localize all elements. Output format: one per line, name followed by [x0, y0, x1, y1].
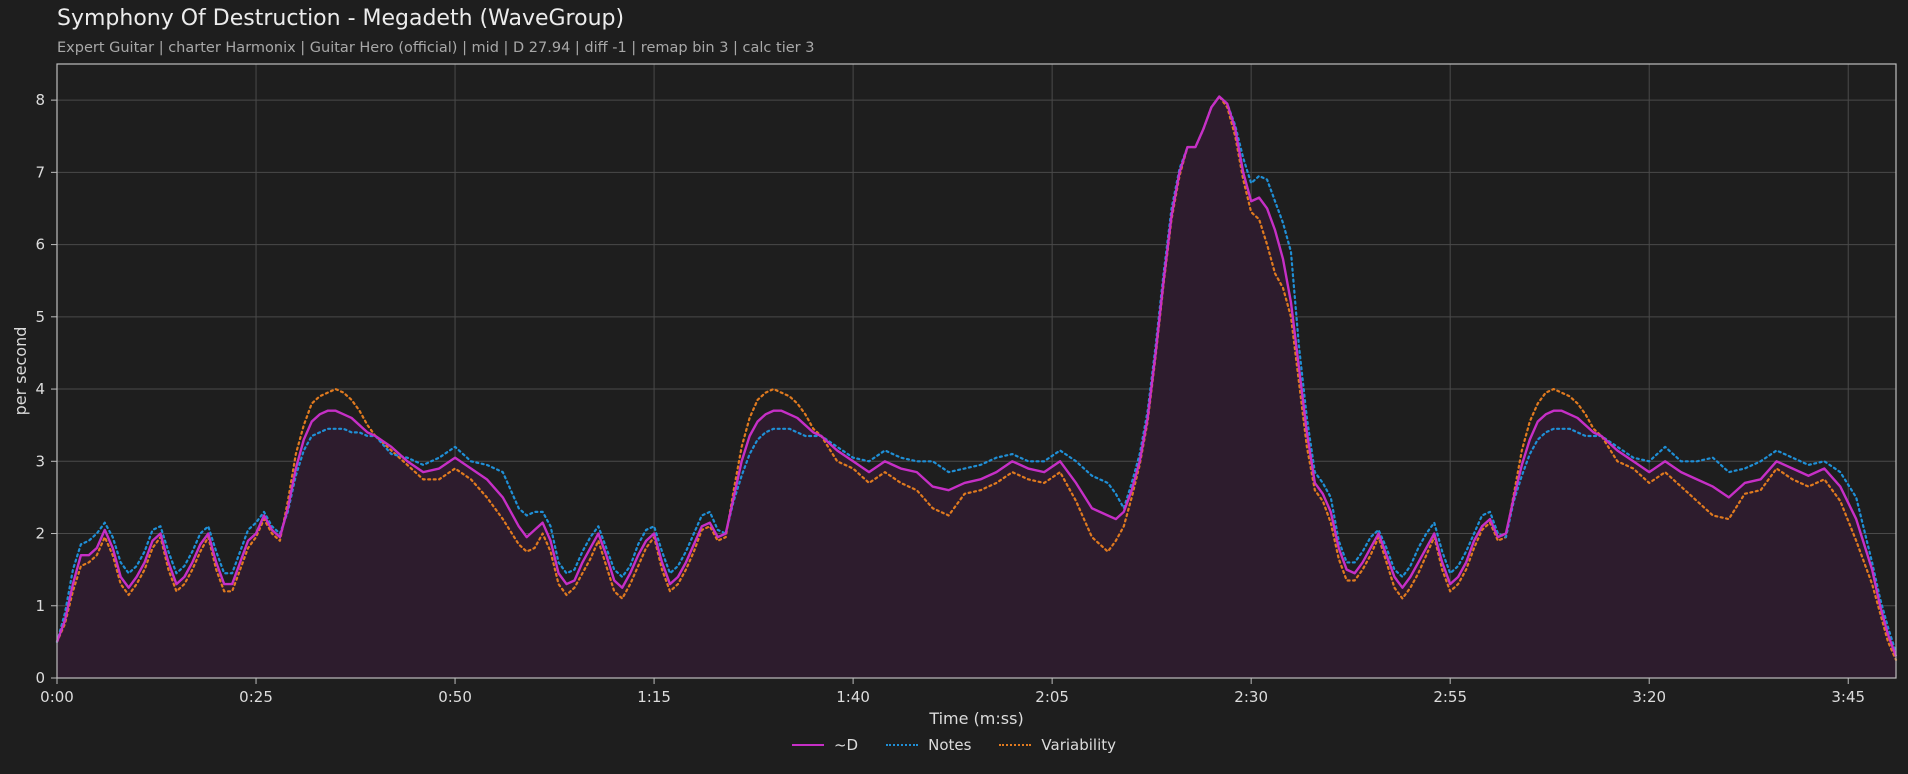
legend-swatch-d [791, 744, 824, 746]
legend-label-notes: Notes [928, 736, 972, 754]
x-tick-label: 3:45 [1831, 688, 1865, 706]
legend-label-variability: Variability [1041, 736, 1117, 754]
d-area-fill [57, 96, 1896, 678]
legend-label-d: ~D [833, 736, 859, 754]
legend-swatch-notes [886, 744, 919, 746]
x-tick-label: 1:40 [836, 688, 870, 706]
y-axis-label: per second [11, 327, 30, 416]
x-tick-label: 1:15 [637, 688, 671, 706]
x-tick-label: 0:00 [40, 688, 74, 706]
x-tick-label: 0:25 [239, 688, 273, 706]
y-tick-label: 5 [35, 308, 45, 326]
y-tick-label: 7 [35, 163, 45, 181]
x-tick-label: 2:05 [1035, 688, 1069, 706]
x-tick-label: 2:30 [1234, 688, 1268, 706]
y-tick-label: 1 [35, 597, 45, 615]
x-tick-label: 2:55 [1433, 688, 1467, 706]
legend-item-notes[interactable]: Notes [886, 736, 971, 754]
x-axis-label: Time (m:ss) [928, 709, 1023, 728]
y-tick-label: 0 [35, 669, 45, 687]
y-tick-label: 4 [35, 380, 45, 398]
y-tick-label: 8 [35, 91, 45, 109]
x-tick-label: 0:50 [438, 688, 472, 706]
y-tick-label: 6 [35, 236, 45, 254]
x-tick-label: 3:20 [1632, 688, 1666, 706]
y-tick-label: 2 [35, 525, 45, 543]
legend-swatch-variability [999, 744, 1032, 746]
chart-legend: ~D Notes Variability [0, 736, 1908, 754]
legend-item-d[interactable]: ~D [791, 736, 859, 754]
legend-item-variability[interactable]: Variability [999, 736, 1116, 754]
y-tick-label: 3 [35, 452, 45, 470]
line-chart: 0:00 0:25 0:50 1:15 1:40 2:05 2:30 2:55 3:20 3:45… [11, 63, 1898, 728]
